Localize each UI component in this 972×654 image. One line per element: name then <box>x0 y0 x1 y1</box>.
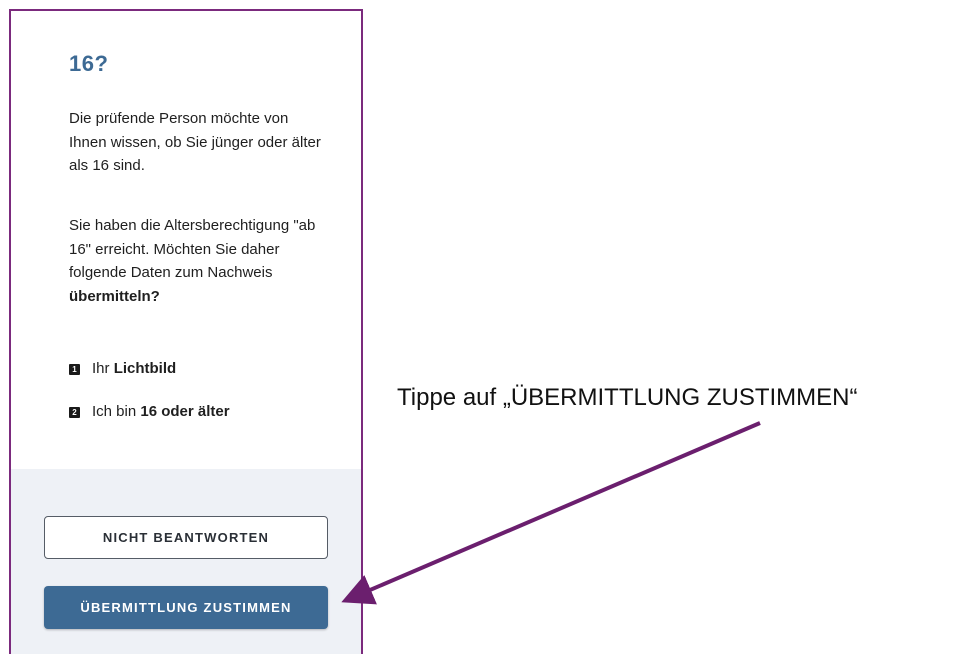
consent-text-main: Sie haben die Altersberechtigung "ab 16"… <box>69 217 316 281</box>
list-item-bold: 16 oder älter <box>140 403 230 420</box>
list-item-bold: Lichtbild <box>113 360 177 377</box>
list-item-prefix: Ich bin <box>92 403 141 420</box>
decline-button[interactable]: NICHT BEANTWORTEN <box>44 516 328 559</box>
list-item-prefix: Ihr <box>92 360 114 377</box>
instruction-annotation: Tippe auf „ÜBERMITTLUNG ZUSTIMMEN“ <box>397 384 858 411</box>
number-two-icon: 2 <box>69 406 80 418</box>
consent-text-bold: übermitteln? <box>69 287 160 305</box>
list-item-photo: 1 Ihr Lichtbild <box>69 359 176 379</box>
list-item-age: 2 Ich bin 16 oder älter <box>69 402 230 422</box>
page-title: 16? <box>69 51 109 76</box>
phone-screen: 16? Die prüfende Person möchte von Ihnen… <box>9 9 363 654</box>
question-text: Die prüfende Person möchte von Ihnen wis… <box>69 110 321 174</box>
consent-text: Sie haben die Altersberechtigung "ab 16"… <box>69 214 329 308</box>
accept-transmission-button[interactable]: ÜBERMITTLUNG ZUSTIMMEN <box>44 586 328 629</box>
number-one-icon: 1 <box>69 363 80 375</box>
content-area: 16? Die prüfende Person möchte von Ihnen… <box>11 11 361 469</box>
